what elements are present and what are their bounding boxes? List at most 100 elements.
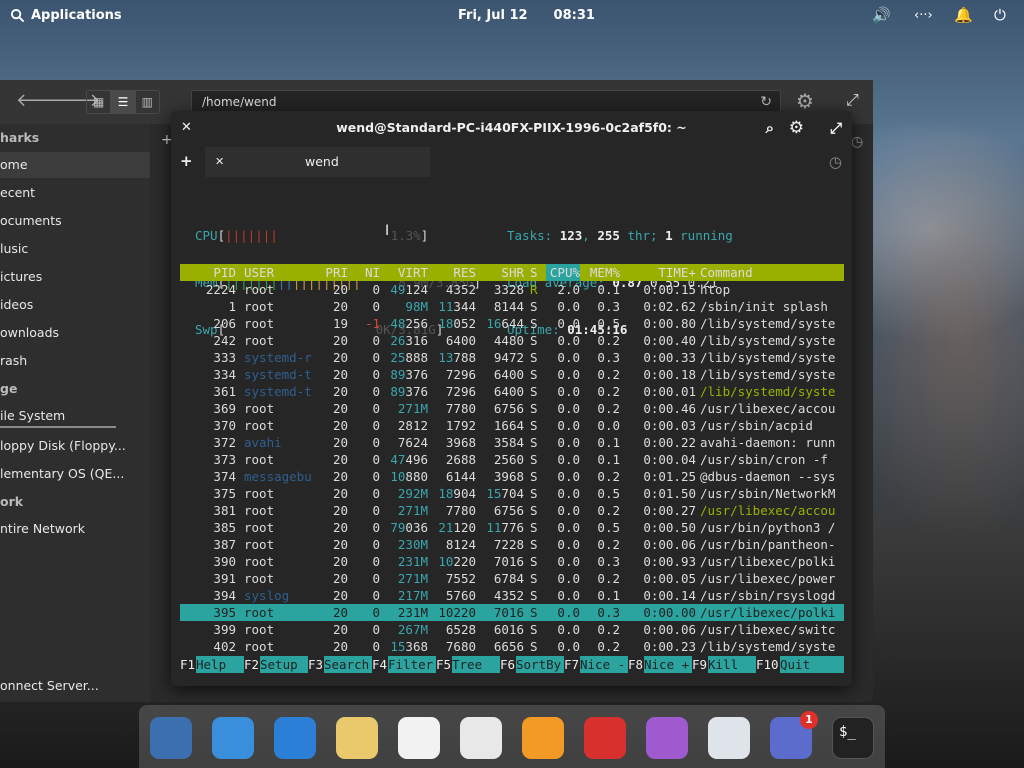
maximize-icon[interactable]: ⤢ xyxy=(846,90,859,110)
notifications-icon[interactable]: 🔔 xyxy=(954,6,973,24)
fkey-action-tree[interactable]: Tree xyxy=(452,656,500,673)
sidebar-item-elementary-os[interactable]: lementary OS (QE... xyxy=(0,461,124,487)
fkey-action-nice[interactable]: Nice + xyxy=(644,656,692,673)
cell-mem: 0.1 xyxy=(597,282,620,297)
table-row[interactable]: 334 systemd-t 20 0 89376 7296 6400 S 0.0 0.2 0:00.… xyxy=(180,366,844,383)
fkey-action-quit[interactable]: Quit xyxy=(780,656,844,673)
table-row[interactable]: 2224 root 20 0 49124 4352 3328 R 2.0 0.1 0:00.15 ht… xyxy=(180,281,844,298)
table-row[interactable]: 399 root 20 0 267M 6528 6016 S 0.0 0.2 0:00.06/usr… xyxy=(180,621,844,638)
table-row[interactable]: 402 root 20 0 15368 7680 6656 S 0.0 0.2 0:00.23/li… xyxy=(180,638,844,655)
sidebar-item-entire-network[interactable]: ntire Network xyxy=(0,516,85,542)
table-row[interactable]: 395 root 20 0 231M 10220 7016 S 0.0 0.3 0:00.00/us… xyxy=(180,604,844,621)
cell-virt: 271M xyxy=(397,503,428,518)
grid-view-icon[interactable]: ▦ xyxy=(87,91,112,113)
table-row[interactable]: 394 syslog 20 0 217M 5760 4352 S 0.0 0.1 0:00.14/u… xyxy=(180,587,844,604)
fkey-action-search[interactable]: Search xyxy=(324,656,372,673)
dock-terminal-icon[interactable]: $_ xyxy=(832,717,874,759)
table-row[interactable]: 374 messagebu 20 0 10880 6144 3968 S 0.0 0.2 0:01.… xyxy=(180,468,844,485)
close-icon[interactable]: ✕ xyxy=(181,111,192,145)
sidebar-item-connect-server[interactable]: onnect Server... xyxy=(0,673,99,699)
dock-web-browser-icon[interactable] xyxy=(274,717,316,759)
fkey-action-setup[interactable]: Setup xyxy=(260,656,308,673)
network-icon[interactable]: ‹··› xyxy=(914,8,933,23)
cell-shr: 16644 xyxy=(486,316,524,331)
list-view-icon[interactable]: ☰ xyxy=(111,91,136,113)
cell-res: 7296 xyxy=(445,367,476,382)
table-row[interactable]: 361 systemd-t 20 0 89376 7296 6400 S 0.0 0.2 0:00.… xyxy=(180,383,844,400)
table-row[interactable]: 242 root 20 0 26316 6400 4480 S 0.0 0.2 0:00.40/li… xyxy=(180,332,844,349)
column-header-command[interactable]: Command xyxy=(700,264,844,281)
sidebar-item-floppy[interactable]: loppy Disk (Floppy... xyxy=(0,433,126,459)
dock-appcenter-icon[interactable]: 1 xyxy=(770,711,818,759)
column-header-time[interactable]: TIME+ xyxy=(624,264,696,281)
column-header-cpu[interactable]: CPU% xyxy=(546,264,580,281)
fkey-action-kill[interactable]: Kill xyxy=(708,656,756,673)
column-header-mem[interactable]: MEM% xyxy=(580,264,620,281)
table-row[interactable]: 370 root 20 0 2812 1792 1664 S 0.0 0.0 0:00.03/usr… xyxy=(180,417,844,434)
tasks-label: Tasks: xyxy=(507,228,553,243)
datetime-indicator[interactable]: Fri, Jul 12 08:31 xyxy=(458,8,595,23)
cpu-value: 1.3% xyxy=(390,228,421,243)
cell-virt: 26316 xyxy=(390,333,428,348)
sidebar-item-videos[interactable]: ideos xyxy=(0,292,33,318)
dock-mail-icon[interactable] xyxy=(336,717,378,759)
fkey-action-help[interactable]: Help xyxy=(196,656,244,673)
table-row[interactable]: 1 root 20 0 98M 11344 8144 S 0.0 0.3 0:02.62/sbin/… xyxy=(180,298,844,315)
history-icon[interactable]: ◷ xyxy=(829,153,842,171)
table-row[interactable]: 375 root 20 0 292M 18904 15704 S 0.0 0.5 0:01.50/u… xyxy=(180,485,844,502)
column-header-ni[interactable]: NI xyxy=(350,264,380,281)
close-tab-icon[interactable]: ✕ xyxy=(215,147,224,177)
sidebar-item-pictures[interactable]: ictures xyxy=(0,264,42,290)
cell-ni: 0 xyxy=(372,520,380,535)
sidebar-item-trash[interactable]: rash xyxy=(0,348,27,374)
gear-icon[interactable]: ⚙ xyxy=(789,111,804,145)
column-header-shr[interactable]: SHR xyxy=(476,264,524,281)
column-header-pid[interactable]: PID xyxy=(180,264,236,281)
volume-icon[interactable]: 🔊 xyxy=(872,6,891,24)
fullscreen-icon[interactable]: ⤢ xyxy=(830,111,842,145)
history-icon[interactable]: ◷ xyxy=(851,134,863,150)
dock-system-settings-icon[interactable] xyxy=(708,717,750,759)
dock-files-icon[interactable] xyxy=(212,717,254,759)
column-header-user[interactable]: USER xyxy=(244,264,314,281)
power-icon[interactable]: ⏻ xyxy=(994,6,1006,24)
dock-tasks-icon[interactable] xyxy=(398,717,440,759)
table-row[interactable]: 381 root 20 0 271M 7780 6756 S 0.0 0.2 0:00.27/usr… xyxy=(180,502,844,519)
column-header-pri[interactable]: PRI xyxy=(314,264,348,281)
sidebar-item-downloads[interactable]: ownloads xyxy=(0,320,59,346)
table-row[interactable]: 387 root 20 0 230M 8124 7228 S 0.0 0.2 0:00.06/usr… xyxy=(180,536,844,553)
table-row[interactable]: 372 avahi 20 0 7624 3968 3584 S 0.0 0.1 0:00.22 ava… xyxy=(180,434,844,451)
sidebar-item-documents[interactable]: ocuments xyxy=(0,208,62,234)
table-row[interactable]: 390 root 20 0 231M 10220 7016 S 0.0 0.3 0:00.93/us… xyxy=(180,553,844,570)
column-header-virt[interactable]: VIRT xyxy=(380,264,428,281)
dock-multitasking-view-icon[interactable] xyxy=(150,717,192,759)
dock-videos-icon[interactable] xyxy=(584,717,626,759)
sidebar-item-recent[interactable]: ecent xyxy=(0,180,35,206)
text-cursor-icon: Ⅰ xyxy=(385,223,390,239)
table-row[interactable]: 373 root 20 0 47496 2688 2560 S 0.0 0.1 0:00.04/us… xyxy=(180,451,844,468)
applications-menu[interactable]: Applications xyxy=(10,8,122,23)
location-bar[interactable]: /home/wend ↻ xyxy=(191,90,781,112)
reload-icon[interactable]: ↻ xyxy=(760,91,772,113)
sidebar-item-music[interactable]: lusic xyxy=(0,236,28,262)
column-header-res[interactable]: RES xyxy=(428,264,476,281)
table-row[interactable]: 391 root 20 0 271M 7552 6784 S 0.0 0.2 0:00.05/usr… xyxy=(180,570,844,587)
gear-icon[interactable]: ⚙ xyxy=(796,89,814,113)
dock-calendar-icon[interactable] xyxy=(460,717,502,759)
dock-photos-icon[interactable] xyxy=(646,717,688,759)
column-view-icon[interactable]: ▥ xyxy=(136,91,159,113)
sidebar-item-home[interactable]: ome xyxy=(0,152,150,178)
new-tab-icon[interactable]: + xyxy=(180,152,193,170)
cell-user: root xyxy=(244,486,275,501)
table-row[interactable]: 333 systemd-r 20 0 25888 13788 9472 S 0.0 0.3 0:00… xyxy=(180,349,844,366)
fkey-action-nice[interactable]: Nice - xyxy=(580,656,628,673)
dock-music-icon[interactable] xyxy=(522,717,564,759)
table-row[interactable]: 206 root 19 -1 48256 18052 16644 S 0.0 0.5 0:00.80… xyxy=(180,315,844,332)
search-icon[interactable]: ⌕ xyxy=(766,111,774,145)
fkey-action-sortby[interactable]: SortBy xyxy=(516,656,564,673)
table-row[interactable]: 385 root 20 0 79036 21120 11776 S 0.0 0.5 0:00.50 /… xyxy=(180,519,844,536)
column-header-s[interactable]: S xyxy=(530,264,544,281)
tab-wend[interactable]: ✕ wend xyxy=(205,147,430,177)
fkey-action-filter[interactable]: Filter xyxy=(388,656,436,673)
table-row[interactable]: 369 root 20 0 271M 7780 6756 S 0.0 0.2 0:00.46/usr… xyxy=(180,400,844,417)
